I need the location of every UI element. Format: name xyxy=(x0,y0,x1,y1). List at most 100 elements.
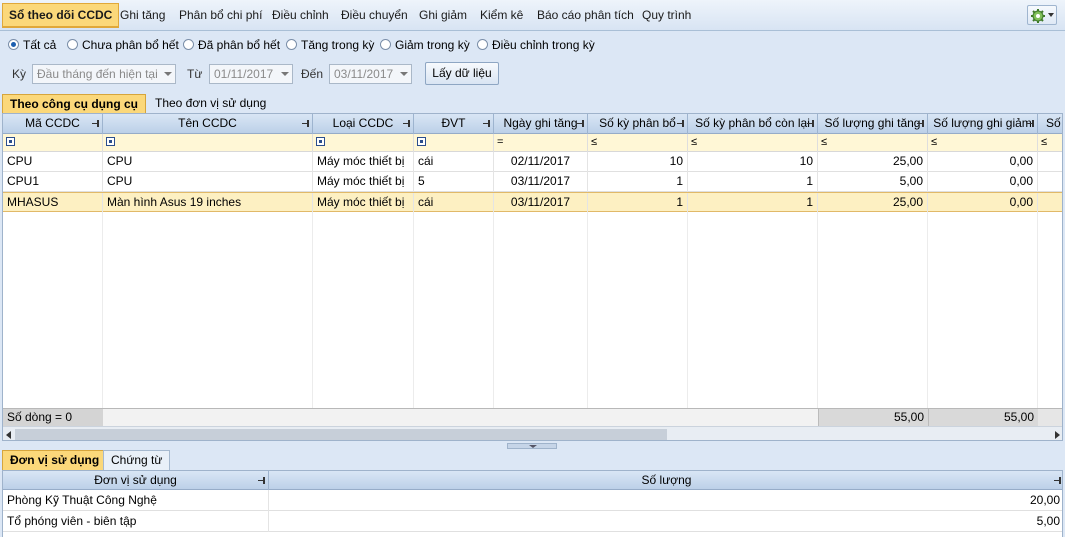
total-ghi-giam: 55,00 xyxy=(928,409,1038,427)
radio-checked-icon xyxy=(8,39,19,50)
radio-dieu-chinh-trong-ky[interactable]: Điều chỉnh trong kỳ xyxy=(477,37,595,53)
tab-theo-don-vi-su-dung[interactable]: Theo đơn vị sử dụng xyxy=(148,94,273,114)
pin-icon[interactable] xyxy=(677,120,684,127)
col-header-so[interactable]: Số xyxy=(1038,114,1062,134)
cell-ma-ccdc: MHASUS xyxy=(3,193,103,213)
pin-icon[interactable] xyxy=(1027,120,1034,127)
horizontal-scrollbar[interactable] xyxy=(3,426,1062,440)
pin-icon[interactable] xyxy=(258,477,265,484)
scroll-left-icon[interactable] xyxy=(6,431,11,439)
pin-icon[interactable] xyxy=(1054,477,1061,484)
col-header-so-luong[interactable]: Số lượng xyxy=(269,471,1062,490)
menu-ghi-giam[interactable]: Ghi giảm xyxy=(413,4,473,27)
pin-icon[interactable] xyxy=(92,120,99,127)
menu-kiem-ke[interactable]: Kiểm kê xyxy=(474,4,529,27)
list-item[interactable]: Tổ phóng viên - biên tập 5,00 xyxy=(3,511,1062,532)
grid-line xyxy=(312,212,313,408)
radio-icon xyxy=(183,39,194,50)
pin-icon[interactable] xyxy=(483,120,490,127)
from-date-picker[interactable]: 01/11/2017 xyxy=(209,64,293,84)
pin-icon[interactable] xyxy=(917,120,924,127)
filter-cell-ngay-ghi-tang[interactable]: = xyxy=(494,134,588,152)
department-grid-header: Đơn vị sử dụng Số lượng xyxy=(3,471,1062,490)
filter-cell-so-ky-con-lai[interactable]: ≤ xyxy=(688,134,818,152)
radio-icon xyxy=(477,39,488,50)
radio-tang-trong-ky[interactable]: Tăng trong kỳ xyxy=(286,37,374,53)
col-header-don-vi[interactable]: Đơn vị sử dụng xyxy=(3,471,269,490)
radio-icon xyxy=(380,39,391,50)
cell-so-ky-con-lai: 10 xyxy=(688,152,818,172)
chevron-down-icon xyxy=(1048,13,1054,17)
filter-toggle-icon[interactable] xyxy=(417,137,426,146)
col-header-ten-ccdc[interactable]: Tên CCDC xyxy=(103,114,313,134)
list-item[interactable]: Phòng Kỹ Thuật Công Nghệ 20,00 xyxy=(3,490,1062,511)
col-header-so-ky-phan-bo[interactable]: Số kỳ phân bổ xyxy=(588,114,688,134)
filter-cell-loai-ccdc[interactable] xyxy=(313,134,414,152)
table-row[interactable]: CPU CPU Máy móc thiết bị cái 02/11/2017 … xyxy=(3,152,1062,172)
cell-so-luong-ghi-giam: 0,00 xyxy=(928,172,1038,192)
period-combo[interactable]: Đầu tháng đến hiện tại xyxy=(32,64,176,84)
radio-icon xyxy=(67,39,78,50)
cell-so-luong-ghi-tang: 5,00 xyxy=(818,172,928,192)
scroll-right-icon[interactable] xyxy=(1055,431,1060,439)
to-label: Đến xyxy=(301,67,324,81)
tab-theo-cong-cu-dung-cu[interactable]: Theo công cụ dụng cụ xyxy=(2,94,146,114)
cell-ten-ccdc: CPU xyxy=(103,172,313,192)
radio-chua-phan-bo-het[interactable]: Chưa phân bổ hết xyxy=(67,37,179,53)
menu-quy-trinh[interactable]: Quy trình xyxy=(636,4,697,27)
filter-cell-so-ky-phan-bo[interactable]: ≤ xyxy=(588,134,688,152)
radio-da-phan-bo-het[interactable]: Đã phân bổ hết xyxy=(183,37,280,53)
panel-splitter[interactable] xyxy=(507,443,557,449)
col-header-so-luong-ghi-tang[interactable]: Số lượng ghi tăng xyxy=(818,114,928,134)
menu-dieu-chuyen[interactable]: Điều chuyển xyxy=(335,4,414,27)
menu-phan-bo-chi-phi[interactable]: Phân bổ chi phí xyxy=(173,4,268,27)
cell-ngay-ghi-tang: 03/11/2017 xyxy=(494,172,588,192)
radio-icon xyxy=(286,39,297,50)
col-header-so-ky-con-lai[interactable]: Số kỳ phân bổ còn lại xyxy=(688,114,818,134)
period-label: Kỳ xyxy=(12,67,27,81)
grid-line xyxy=(927,212,928,408)
menu-dieu-chinh[interactable]: Điều chỉnh xyxy=(266,4,335,27)
table-row[interactable]: CPU1 CPU Máy móc thiết bị 5 03/11/2017 1… xyxy=(3,172,1062,192)
grid-header: Mã CCDC Tên CCDC Loại CCDC ĐVT Ngày ghi … xyxy=(3,114,1062,134)
load-data-button[interactable]: Lấy dữ liệu xyxy=(425,62,499,85)
pin-icon[interactable] xyxy=(302,120,309,127)
col-header-ma-ccdc[interactable]: Mã CCDC xyxy=(3,114,103,134)
ccdc-grid: Mã CCDC Tên CCDC Loại CCDC ĐVT Ngày ghi … xyxy=(2,113,1063,441)
pin-icon[interactable] xyxy=(807,120,814,127)
col-header-dvt[interactable]: ĐVT xyxy=(414,114,494,134)
pin-icon[interactable] xyxy=(577,120,584,127)
col-header-so-luong-ghi-giam[interactable]: Số lượng ghi giảm xyxy=(928,114,1038,134)
col-header-ngay-ghi-tang[interactable]: Ngày ghi tăng xyxy=(494,114,588,134)
filter-cell-dvt[interactable] xyxy=(414,134,494,152)
filter-cell-ten-ccdc[interactable] xyxy=(103,134,313,152)
department-grid: Đơn vị sử dụng Số lượng Phòng Kỹ Thuật C… xyxy=(2,470,1063,537)
table-row-selected[interactable]: MHASUS Màn hình Asus 19 inches Máy móc t… xyxy=(3,192,1062,213)
tab-don-vi-su-dung[interactable]: Đơn vị sử dụng xyxy=(2,450,108,470)
to-date-picker[interactable]: 03/11/2017 xyxy=(329,64,412,84)
scroll-thumb[interactable] xyxy=(15,429,667,440)
filter-cell-so[interactable]: ≤ xyxy=(1038,134,1062,152)
cell-don-vi: Tổ phóng viên - biên tập xyxy=(3,511,269,532)
cell-so-luong-ghi-tang: 25,00 xyxy=(818,193,928,213)
col-header-loai-ccdc[interactable]: Loại CCDC xyxy=(313,114,414,134)
menu-ghi-tang[interactable]: Ghi tăng xyxy=(114,4,171,27)
grid-line xyxy=(587,212,588,408)
filter-cell-so-luong-ghi-giam[interactable]: ≤ xyxy=(928,134,1038,152)
grid-line xyxy=(687,212,688,408)
filter-cell-ma-ccdc[interactable] xyxy=(3,134,103,152)
filter-toggle-icon[interactable] xyxy=(106,137,115,146)
tab-chung-tu[interactable]: Chứng từ xyxy=(103,450,171,470)
radio-giam-trong-ky[interactable]: Giảm trong kỳ xyxy=(380,37,470,53)
menu-bao-cao-phan-tich[interactable]: Báo cáo phân tích xyxy=(531,4,640,27)
cell-so-ky-con-lai: 1 xyxy=(688,172,818,192)
pin-icon[interactable] xyxy=(403,120,410,127)
settings-dropdown[interactable] xyxy=(1027,5,1057,25)
radio-tat-ca[interactable]: Tất cả xyxy=(8,37,56,53)
filter-toggle-icon[interactable] xyxy=(6,137,15,146)
filter-toggle-icon[interactable] xyxy=(316,137,325,146)
filter-cell-so-luong-ghi-tang[interactable]: ≤ xyxy=(818,134,928,152)
cell-ten-ccdc: Màn hình Asus 19 inches xyxy=(103,193,313,213)
cell-ngay-ghi-tang: 02/11/2017 xyxy=(494,152,588,172)
menu-so-theo-doi-ccdc[interactable]: Sổ theo dõi CCDC xyxy=(2,3,120,28)
